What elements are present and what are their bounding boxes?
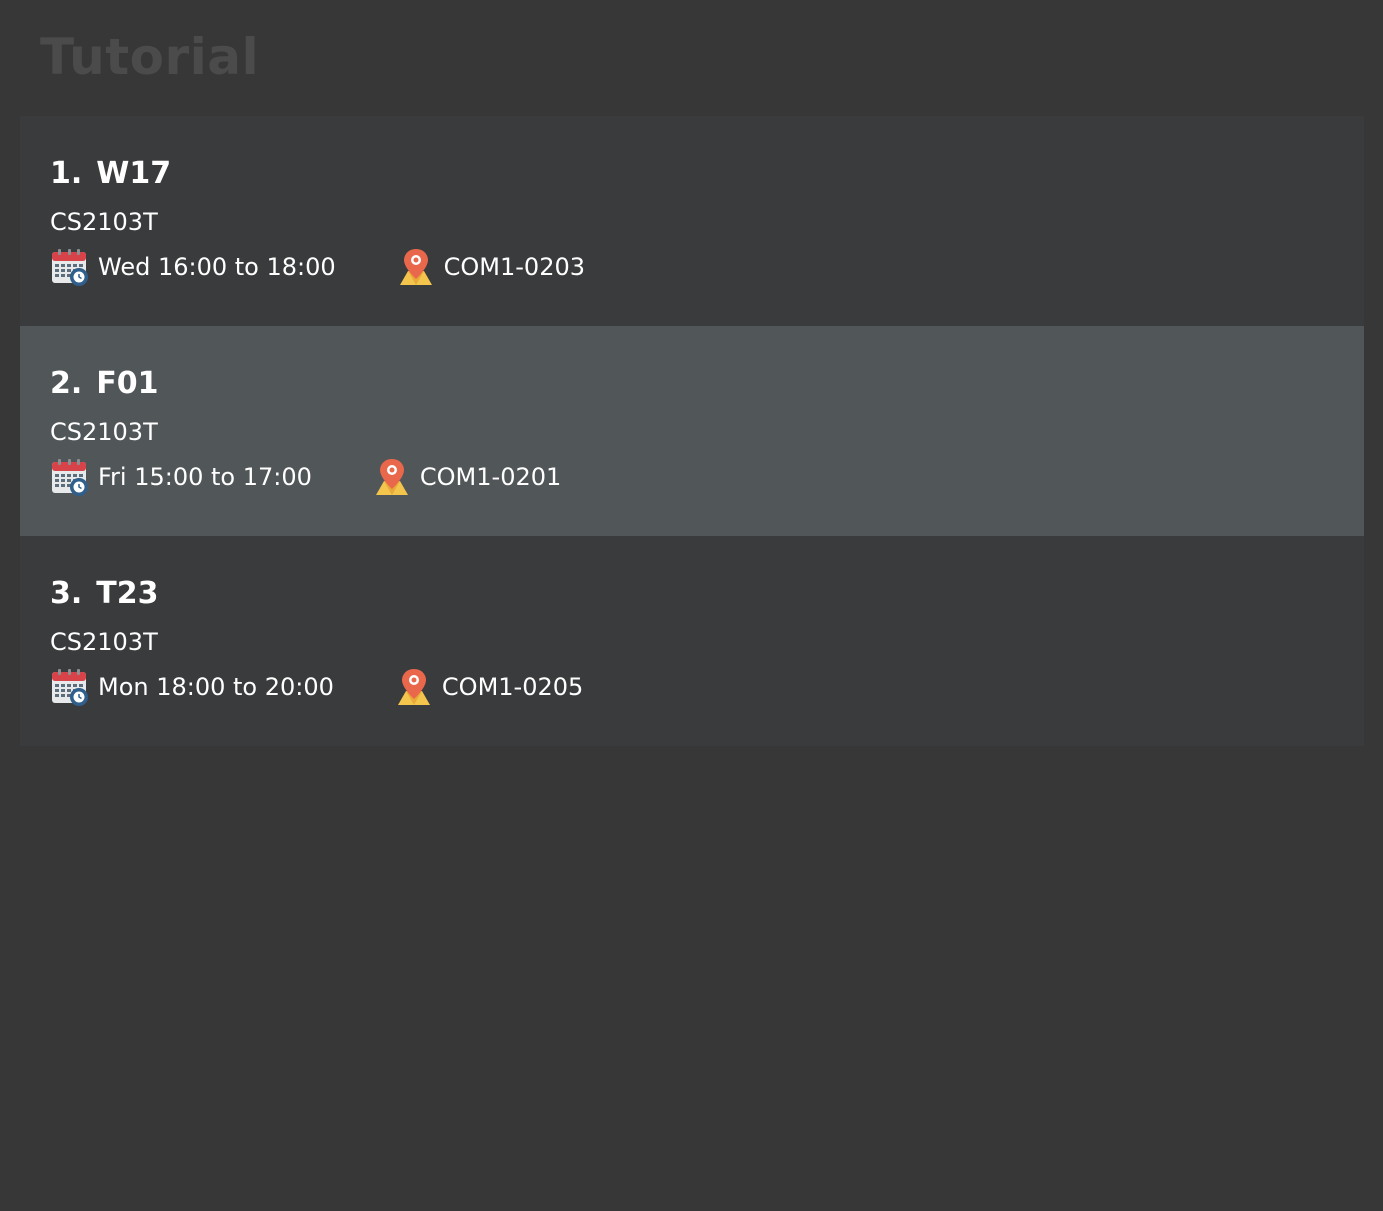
tutorial-venue-text: COM1-0205 — [441, 673, 584, 701]
tutorial-name: T23 — [96, 576, 159, 611]
location-pin-icon — [372, 457, 412, 497]
tutorial-details: Fri 15:00 to 17:00 COM1-0201 — [50, 456, 621, 498]
tutorial-card[interactable]: 2. F01 CS2103T Fri 15:00 to 17:00 COM1-0… — [20, 326, 1364, 536]
tutorial-card-header: 1. W17 — [50, 154, 171, 194]
tutorial-card[interactable]: 1. W17 CS2103T Wed 16:00 to 18:00 COM1-0… — [20, 116, 1364, 326]
tutorial-card-header: 2. F01 — [50, 364, 159, 404]
tutorial-index: 2. — [50, 366, 83, 401]
tutorial-list[interactable]: 1. W17 CS2103T Wed 16:00 to 18:00 COM1-0… — [20, 116, 1364, 746]
page-title: Tutorial — [40, 28, 260, 86]
tutorial-time: Fri 15:00 to 17:00 — [50, 457, 312, 497]
tutorial-details: Mon 18:00 to 20:00 COM1-0205 — [50, 666, 643, 708]
tutorial-venue: COM1-0201 — [372, 457, 561, 497]
tutorial-time-text: Wed 16:00 to 18:00 — [98, 253, 336, 281]
calendar-icon — [50, 667, 90, 707]
tutorial-module: CS2103T — [50, 418, 158, 446]
tutorial-name: W17 — [96, 156, 172, 191]
tutorial-details: Wed 16:00 to 18:00 COM1-0203 — [50, 246, 645, 288]
tutorial-index: 1. — [50, 156, 83, 191]
tutorial-venue: COM1-0205 — [394, 667, 583, 707]
tutorial-time: Wed 16:00 to 18:00 — [50, 247, 336, 287]
tutorial-module: CS2103T — [50, 628, 158, 656]
calendar-icon — [50, 457, 90, 497]
tutorial-venue: COM1-0203 — [396, 247, 585, 287]
tutorial-venue-text: COM1-0203 — [443, 253, 586, 281]
tutorial-time-text: Mon 18:00 to 20:00 — [98, 673, 334, 701]
tutorial-module: CS2103T — [50, 208, 158, 236]
tutorial-index: 3. — [50, 576, 83, 611]
tutorial-card[interactable]: 3. T23 CS2103T Mon 18:00 to 20:00 COM1-0… — [20, 536, 1364, 746]
tutorial-card-header: 3. T23 — [50, 574, 159, 614]
location-pin-icon — [394, 667, 434, 707]
location-pin-icon — [396, 247, 436, 287]
tutorial-time: Mon 18:00 to 20:00 — [50, 667, 334, 707]
calendar-icon — [50, 247, 90, 287]
tutorial-time-text: Fri 15:00 to 17:00 — [98, 463, 312, 491]
tutorial-venue-text: COM1-0201 — [419, 463, 562, 491]
tutorial-name: F01 — [96, 366, 159, 401]
